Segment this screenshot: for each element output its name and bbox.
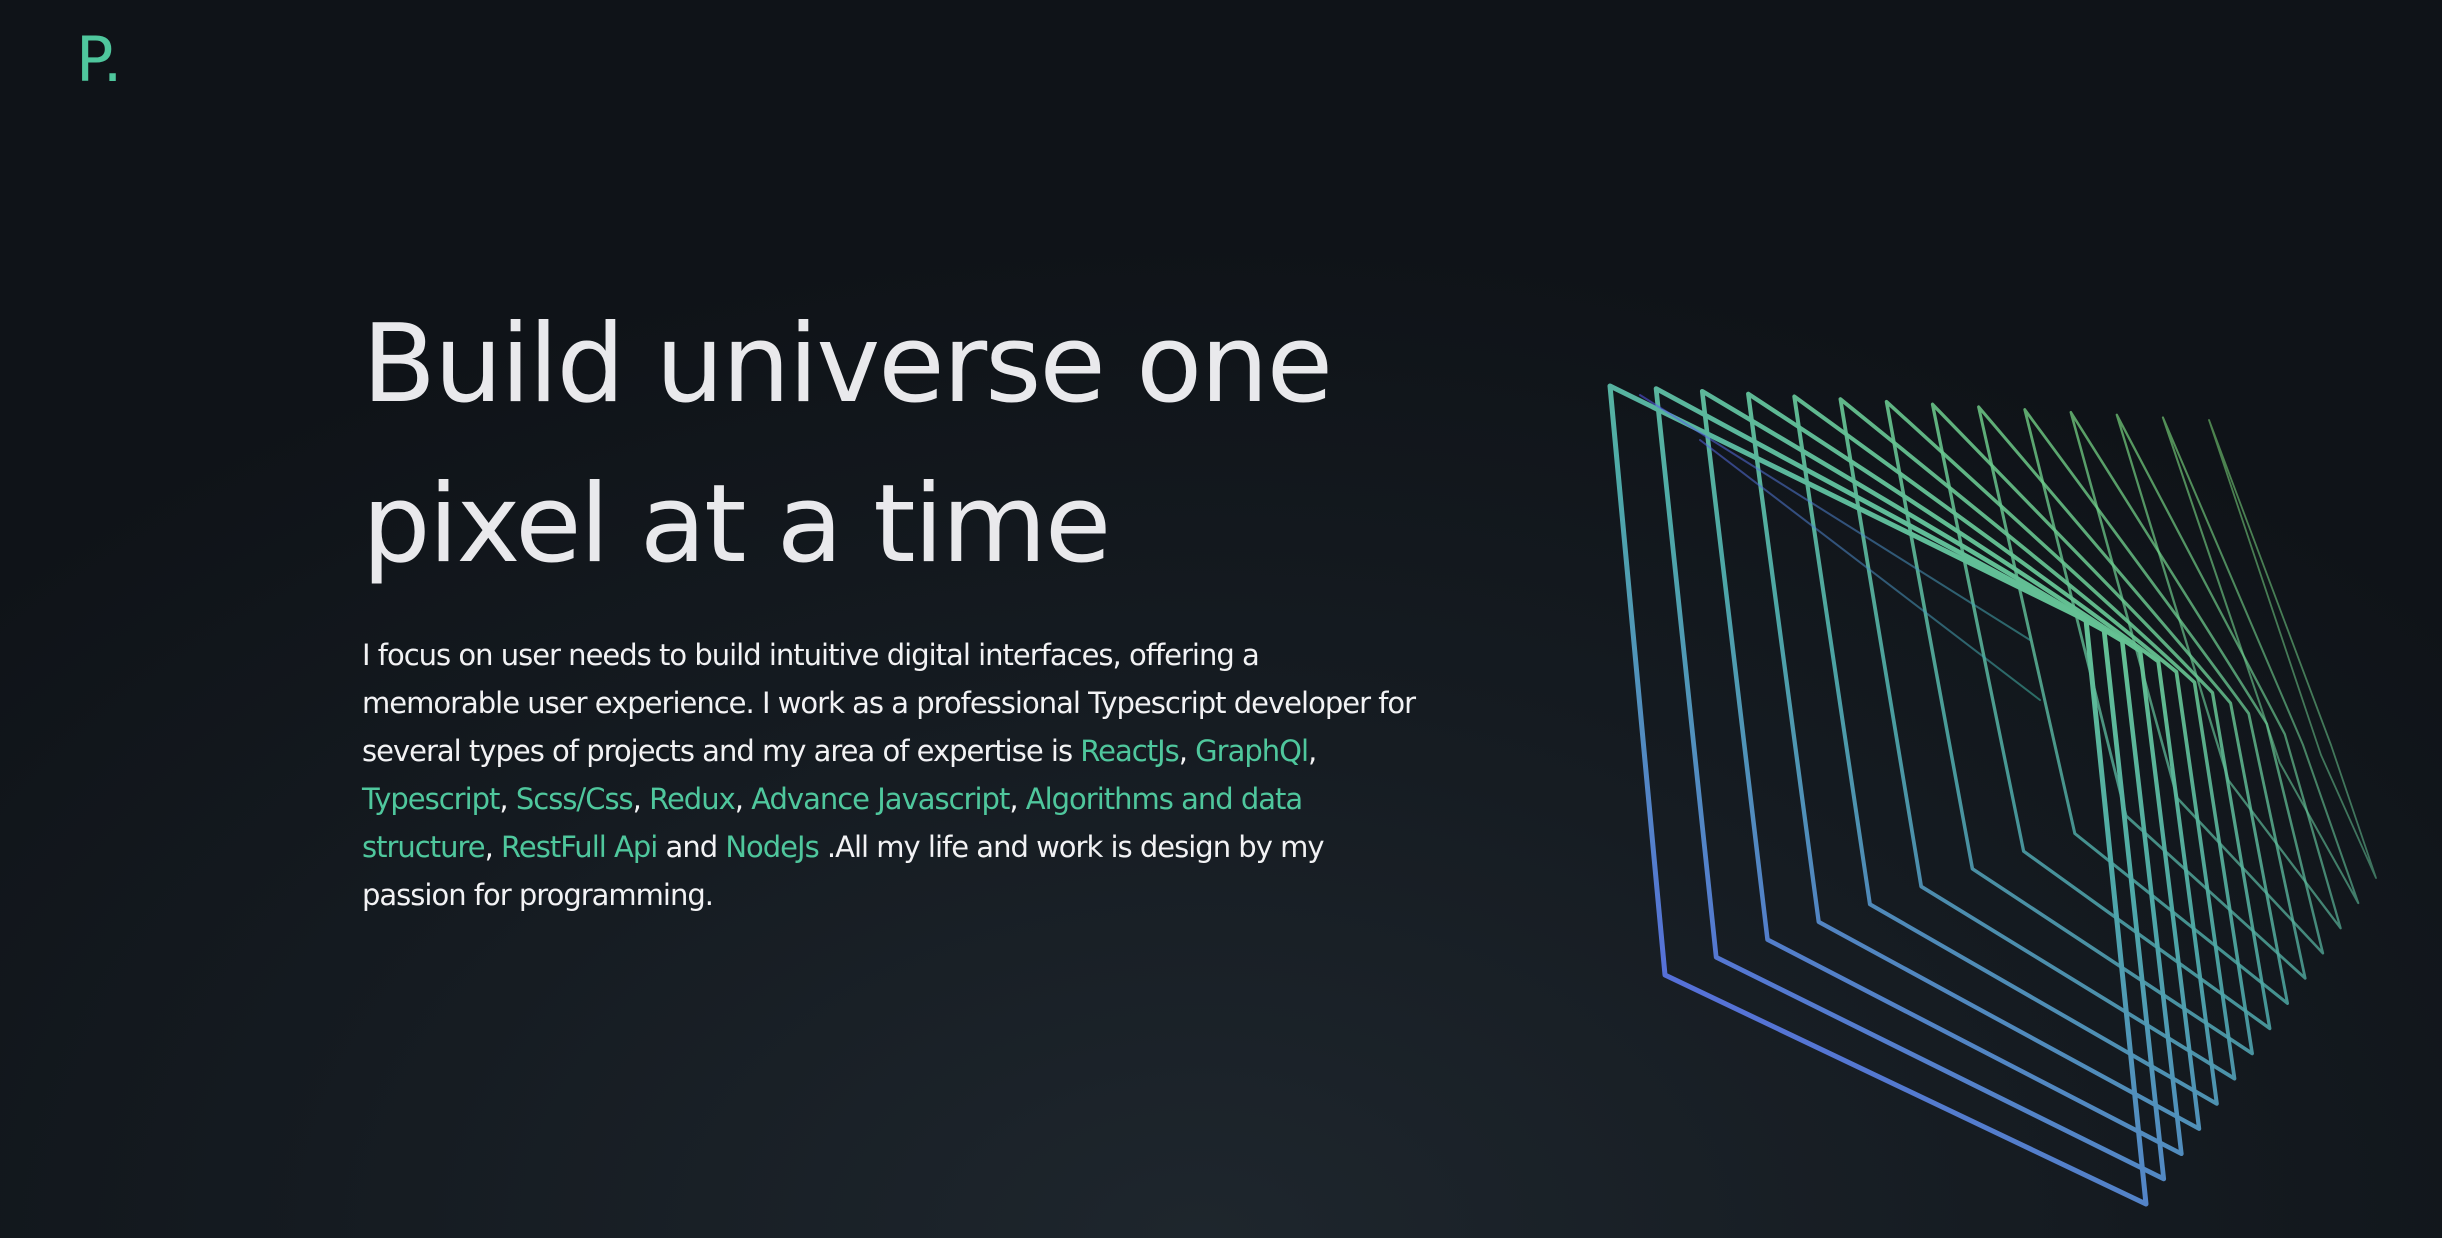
- cube-layer: [1746, 391, 2202, 1131]
- bio-paragraph: I focus on user needs to build intuitive…: [362, 638, 1416, 912]
- cube-layer: [1838, 397, 2237, 1081]
- skill-typescript: Typescript: [362, 782, 500, 816]
- skill-graphql: GraphQl: [1195, 734, 1309, 768]
- cube-layers: [1607, 383, 2377, 1207]
- skill-nodejs: NodeJs: [725, 830, 819, 864]
- skill-advance-javascript: Advance Javascript: [751, 782, 1010, 816]
- skill-scss-css: Scss/Css: [515, 782, 634, 816]
- headline-line-1: Build universe one: [362, 302, 1333, 427]
- headline-line-2: pixel at a time: [362, 462, 1111, 587]
- wireframe-layered-cube-icon: [1607, 383, 2377, 1207]
- skill-reactjs: ReactJs: [1080, 734, 1179, 768]
- skill-redux: Redux: [649, 782, 736, 816]
- hero-section: Build universe one pixel at a time I foc…: [362, 285, 1442, 919]
- cube-layer: [1653, 386, 2167, 1182]
- cube-inner-edge: [1639, 394, 2031, 641]
- hero-headline: Build universe one pixel at a time: [362, 285, 1442, 605]
- logo[interactable]: P.: [76, 22, 122, 98]
- bio-and: and: [657, 830, 726, 864]
- skill-restfull-api: RestFull Api: [501, 830, 658, 864]
